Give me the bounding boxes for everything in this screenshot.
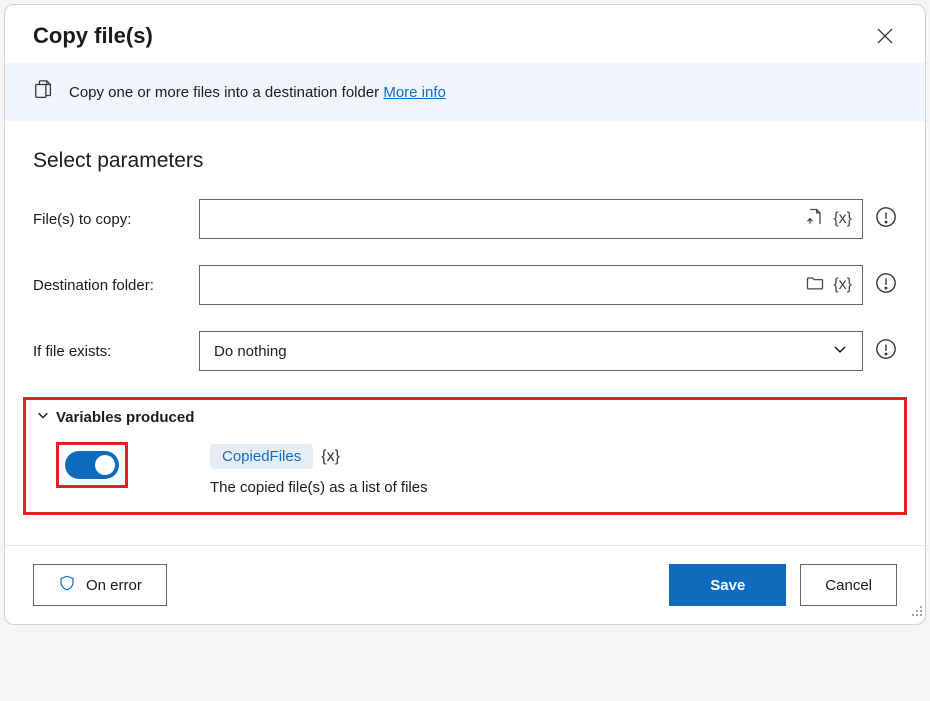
destination-folder-input-box: {x} xyxy=(199,265,863,305)
info-banner: Copy one or more files into a destinatio… xyxy=(5,63,925,121)
help-icon[interactable] xyxy=(875,338,897,365)
variable-brace-icon: {x} xyxy=(321,448,340,466)
if-file-exists-row: If file exists: Do nothing xyxy=(33,331,897,371)
dialog-title: Copy file(s) xyxy=(33,23,153,49)
section-title: Select parameters xyxy=(33,149,897,173)
save-button[interactable]: Save xyxy=(669,564,786,606)
if-file-exists-value: Do nothing xyxy=(214,343,287,360)
if-file-exists-label: If file exists: xyxy=(33,343,183,360)
resize-handle-icon[interactable] xyxy=(911,604,923,622)
banner-text: Copy one or more files into a destinatio… xyxy=(69,84,446,101)
variable-details: CopiedFiles {x} The copied file(s) as a … xyxy=(210,442,894,496)
close-icon xyxy=(877,28,893,44)
toggle-highlight xyxy=(56,442,128,488)
chevron-down-icon xyxy=(36,408,50,426)
variable-picker-icon[interactable]: {x} xyxy=(833,276,852,294)
destination-folder-row: Destination folder: {x} xyxy=(33,265,897,305)
folder-picker-icon[interactable] xyxy=(805,273,825,298)
copy-files-icon xyxy=(33,79,55,105)
files-to-copy-label: File(s) to copy: xyxy=(33,211,183,228)
help-icon[interactable] xyxy=(875,272,897,299)
destination-folder-input[interactable] xyxy=(210,277,797,294)
variables-produced-header[interactable]: Variables produced xyxy=(36,408,894,426)
copy-files-dialog: Copy file(s) Copy one or more files into… xyxy=(4,4,926,625)
chevron-down-icon xyxy=(832,341,848,362)
if-file-exists-select[interactable]: Do nothing xyxy=(199,331,863,371)
toggle-knob xyxy=(95,455,115,475)
files-to-copy-row: File(s) to copy: {x} xyxy=(33,199,897,239)
destination-folder-label: Destination folder: xyxy=(33,277,183,294)
on-error-button[interactable]: On error xyxy=(33,564,167,606)
file-picker-icon[interactable] xyxy=(805,207,825,232)
shield-icon xyxy=(58,574,76,596)
files-to-copy-input[interactable] xyxy=(210,211,797,228)
cancel-button[interactable]: Cancel xyxy=(800,564,897,606)
help-icon[interactable] xyxy=(875,206,897,233)
close-button[interactable] xyxy=(873,24,897,48)
variable-picker-icon[interactable]: {x} xyxy=(833,210,852,228)
files-to-copy-input-box: {x} xyxy=(199,199,863,239)
variable-enabled-toggle[interactable] xyxy=(65,451,119,479)
variable-description: The copied file(s) as a list of files xyxy=(210,479,894,496)
variables-produced-section: Variables produced CopiedFiles {x} The c… xyxy=(23,397,907,515)
variable-name-badge[interactable]: CopiedFiles xyxy=(210,444,313,469)
dialog-content: Select parameters File(s) to copy: {x} xyxy=(5,121,925,525)
more-info-link[interactable]: More info xyxy=(383,84,446,101)
dialog-header: Copy file(s) xyxy=(5,5,925,63)
dialog-footer: On error Save Cancel xyxy=(5,545,925,624)
